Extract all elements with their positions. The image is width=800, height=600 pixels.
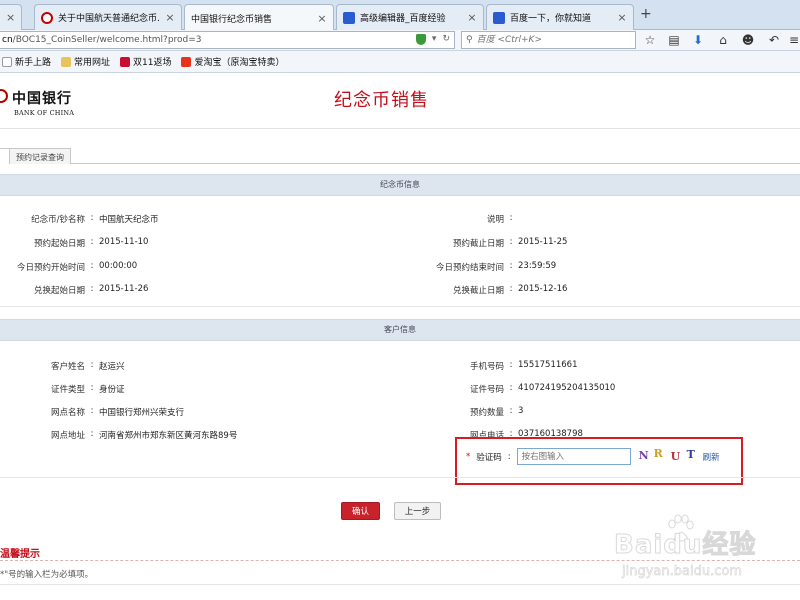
field-quantity: 预约数量:3 <box>469 406 524 418</box>
tab-baidu-home[interactable]: 百度一下，你就知道 × <box>486 4 634 30</box>
bookmark-aitaobao[interactable]: 爱淘宝（原淘宝特卖） <box>181 55 285 68</box>
bank-of-china-logo: 中国银行 BANK OF CHINA <box>0 88 92 122</box>
previous-step-button[interactable]: 上一步 <box>394 502 441 520</box>
field-description: 说明: <box>486 213 513 225</box>
baidu-jingyan-watermark: Baidu经验 jingyan.baidu.com <box>613 514 794 584</box>
reading-list-icon[interactable]: ▤ <box>667 33 681 47</box>
reload-icon[interactable]: ↻ <box>442 34 450 45</box>
search-input[interactable] <box>476 35 617 45</box>
search-box[interactable]: ⚲ <box>461 31 636 49</box>
bookmark-double11[interactable]: 双11返场 <box>120 55 171 68</box>
page-title: 纪念币销售 <box>334 90 429 111</box>
section-header-coin-info: 纪念币信息 <box>0 174 800 196</box>
home-icon[interactable]: ⌂ <box>716 33 730 47</box>
chat-icon[interactable]: ☻ <box>741 33 755 47</box>
header-divider <box>0 128 800 129</box>
field-id-number: 证件号码:410724195204135010 <box>469 383 616 395</box>
tab-reservation-records[interactable]: 预约记录查询 <box>9 148 71 164</box>
field-branch-address: 网点地址: 河南省郑州市郑东新区黄河东路89号 <box>50 429 238 441</box>
field-reserve-end: 预约截止日期:2015-11-25 <box>452 237 568 249</box>
field-today-start-time: 今日预约开始时间:00:00:00 <box>16 261 138 273</box>
close-icon[interactable]: × <box>6 11 15 24</box>
tab-label: 高级编辑器_百度经验 <box>360 14 446 24</box>
close-icon[interactable]: × <box>165 11 175 24</box>
watermark-url: jingyan.baidu.com <box>622 564 743 580</box>
new-tab-icon[interactable]: + <box>640 6 652 22</box>
page-subtabs: 预约记录查询 <box>0 148 800 164</box>
page-icon <box>2 56 12 67</box>
logo-english-text: BANK OF CHINA <box>14 109 75 117</box>
tab-label: 百度一下，你就知道 <box>510 14 592 24</box>
download-icon[interactable]: ⬇ <box>691 33 705 47</box>
menu-icon[interactable]: ≡ <box>787 33 800 47</box>
confirm-button[interactable]: 确认 <box>341 502 380 520</box>
field-branch-name: 网点名称: 中国银行郑州兴荣支行 <box>50 406 185 418</box>
section-divider <box>0 306 800 307</box>
navigation-bar: cn/BOC15_CoinSeller/welcome.html?prod=3 … <box>0 30 800 51</box>
page-content: 中国银行 BANK OF CHINA 纪念币销售 预约记录查询 纪念币信息 纪念… <box>0 74 800 600</box>
aitaobao-icon <box>181 56 192 67</box>
bookmark-star-icon[interactable]: ☆ <box>643 33 657 47</box>
tab-label: 关于中国航天普通纪念币... <box>58 14 160 24</box>
baidu-paw-icon <box>493 11 505 24</box>
boc-icon <box>41 11 53 24</box>
tmall-icon <box>120 56 131 67</box>
dropdown-arrow-icon[interactable]: ▾ <box>432 34 437 45</box>
tab-coin-sale[interactable]: 中国银行纪念币销售 × <box>184 4 334 31</box>
boc-emblem-icon <box>0 89 8 103</box>
bookmarks-bar: 新手上路 常用网址 双11返场 爱淘宝（原淘宝特卖） <box>0 51 800 73</box>
logo-chinese-text: 中国银行 <box>12 91 72 107</box>
bottom-divider <box>0 584 800 585</box>
field-exchange-start: 兑换起始日期:2015-11-26 <box>33 284 149 296</box>
field-mobile: 手机号码:15517511661 <box>469 360 578 372</box>
baidu-paw-icon <box>343 11 355 24</box>
folder-icon <box>61 56 72 67</box>
search-icon: ⚲ <box>466 35 473 45</box>
notice-title: 温馨提示 <box>0 549 40 560</box>
tab-boc-news[interactable]: 关于中国航天普通纪念币... × <box>34 4 182 30</box>
notice-text: *"号的输入栏为必填项。 <box>0 570 94 580</box>
address-text: cn/BOC15_CoinSeller/welcome.html?prod=3 <box>2 35 202 45</box>
close-icon[interactable]: × <box>467 11 477 24</box>
watermark-main-text: Baidu经验 <box>613 530 757 561</box>
close-icon[interactable]: × <box>317 12 327 25</box>
security-shield-icon[interactable] <box>415 34 426 45</box>
field-reserve-start: 预约起始日期:2015-11-10 <box>33 237 149 249</box>
section-header-customer-info: 客户信息 <box>0 319 800 341</box>
close-icon[interactable]: × <box>617 11 627 24</box>
tab-baidu-editor[interactable]: 高级编辑器_百度经验 × <box>336 4 484 30</box>
field-today-end-time: 今日预约结束时间:23:59:59 <box>435 261 557 273</box>
back-icon[interactable]: ↶ <box>767 33 781 47</box>
address-bar[interactable]: cn/BOC15_CoinSeller/welcome.html?prod=3 … <box>0 31 455 49</box>
field-customer-name: 客户姓名: 赵运兴 <box>50 360 125 372</box>
tab-previous[interactable]: × <box>0 4 22 30</box>
browser-tab-strip: × 关于中国航天普通纪念币... × 中国银行纪念币销售 × 高级编辑器_百度经… <box>0 0 800 31</box>
field-exchange-end: 兑换截止日期:2015-12-16 <box>452 284 568 296</box>
bookmark-common-sites[interactable]: 常用网址 <box>61 55 110 68</box>
bookmark-newbie[interactable]: 新手上路 <box>2 55 51 68</box>
field-id-type: 证件类型: 身份证 <box>50 383 125 395</box>
form-divider <box>0 477 800 478</box>
field-coin-name: 纪念币/钞名称: 中国航天纪念币 <box>31 213 159 225</box>
tab-label: 中国银行纪念币销售 <box>191 14 273 25</box>
